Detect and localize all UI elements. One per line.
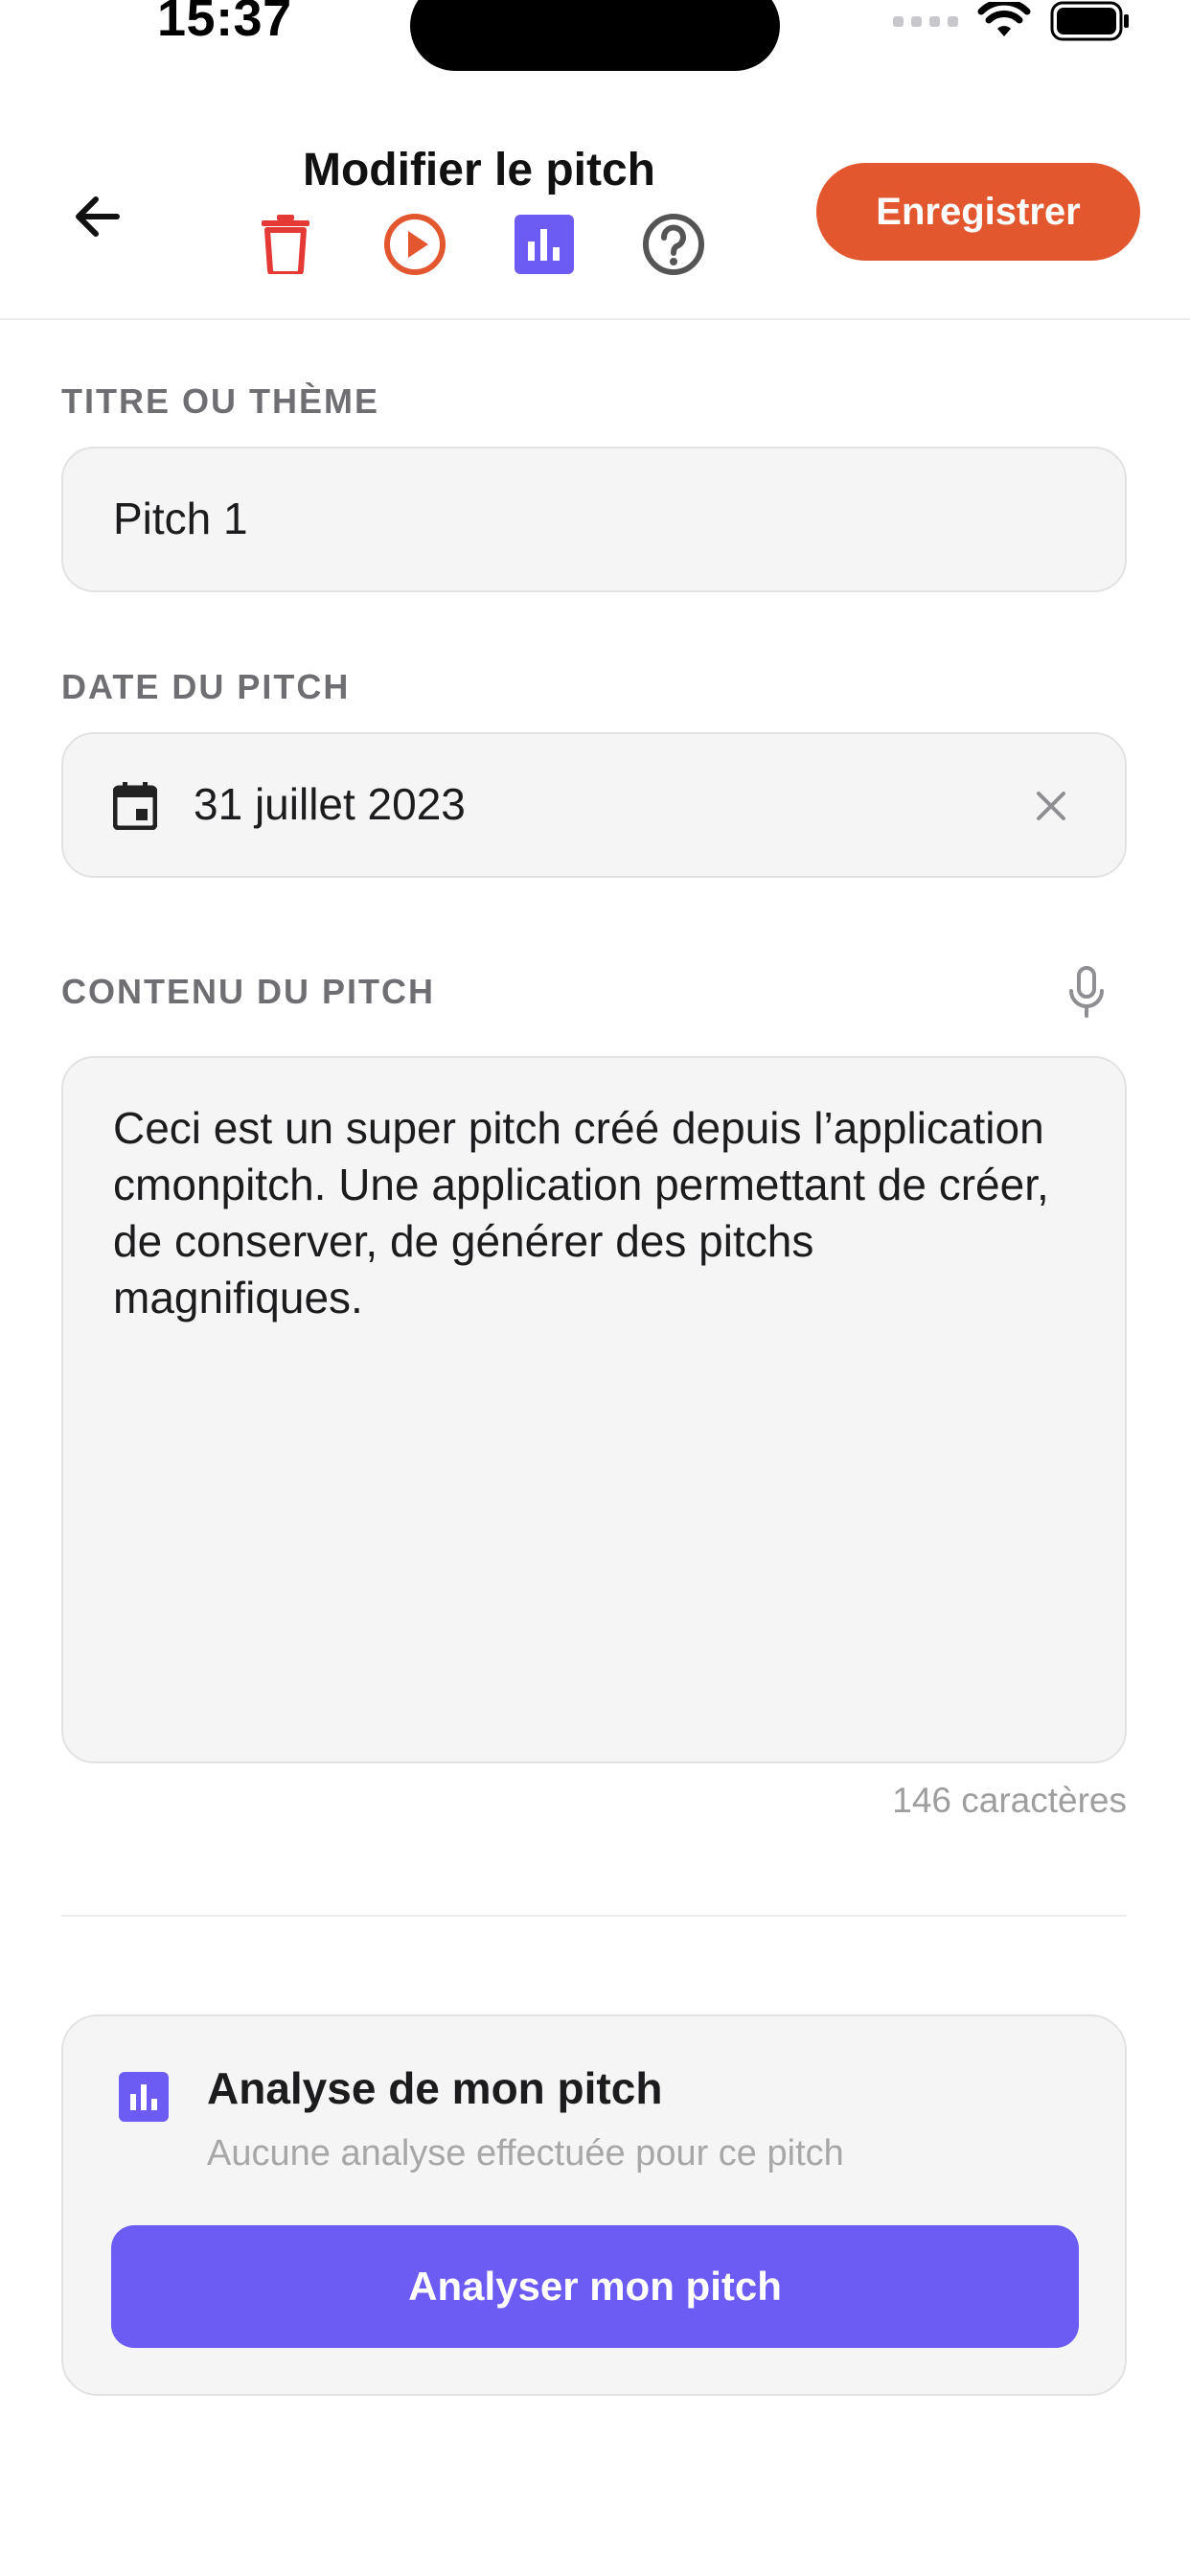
analysis-subtitle: Aucune analyse effectuée pour ce pitch	[207, 2133, 844, 2174]
title-input[interactable]: Pitch 1	[61, 447, 1127, 592]
page-title: Modifier le pitch	[302, 145, 655, 196]
analysis-button[interactable]	[511, 211, 578, 278]
content-label: CONTENU DU PITCH	[61, 972, 435, 1011]
analyze-button[interactable]: Analyser mon pitch	[111, 2225, 1079, 2348]
status-bar: 15:37	[0, 0, 1190, 86]
microphone-icon	[1069, 966, 1104, 1018]
play-button[interactable]	[381, 211, 448, 278]
date-value: 31 juillet 2023	[194, 779, 466, 829]
play-icon	[384, 214, 446, 275]
status-indicators	[893, 0, 1131, 42]
trash-icon	[262, 215, 309, 274]
save-button[interactable]: Enregistrer	[816, 163, 1140, 261]
close-icon	[1037, 792, 1065, 820]
clear-date-button[interactable]	[1033, 788, 1069, 824]
analysis-title: Analyse de mon pitch	[207, 2063, 663, 2113]
analysis-card: Analyse de mon pitch Aucune analyse effe…	[61, 2014, 1127, 2396]
cellular-signal-icon	[893, 15, 958, 27]
battery-icon	[1050, 1, 1129, 41]
help-icon	[643, 214, 704, 275]
chart-icon	[515, 215, 574, 274]
date-label: DATE DU PITCH	[61, 667, 351, 706]
title-label: TITRE OU THÈME	[61, 381, 379, 421]
dictation-button[interactable]	[1062, 964, 1111, 1022]
title-input-value: Pitch 1	[113, 494, 248, 543]
chart-icon	[119, 2072, 169, 2122]
date-field[interactable]: 31 juillet 2023	[61, 732, 1127, 878]
divider	[61, 1915, 1127, 1917]
content-textarea[interactable]: Ceci est un super pitch créé depuis l’ap…	[61, 1056, 1127, 1763]
header: Modifier le pitch Enregistrer	[0, 115, 1190, 320]
wifi-icon	[977, 2, 1031, 36]
arrow-left-icon	[76, 196, 120, 237]
calendar-icon	[113, 782, 157, 830]
char-count: 146 caractères	[892, 1781, 1127, 1820]
delete-button[interactable]	[252, 211, 319, 278]
dynamic-island	[410, 0, 780, 71]
content-value: Ceci est un super pitch créé depuis l’ap…	[113, 1103, 1049, 1322]
back-button[interactable]	[59, 178, 136, 255]
help-button[interactable]	[640, 211, 707, 278]
status-time: 15:37	[157, 0, 292, 47]
